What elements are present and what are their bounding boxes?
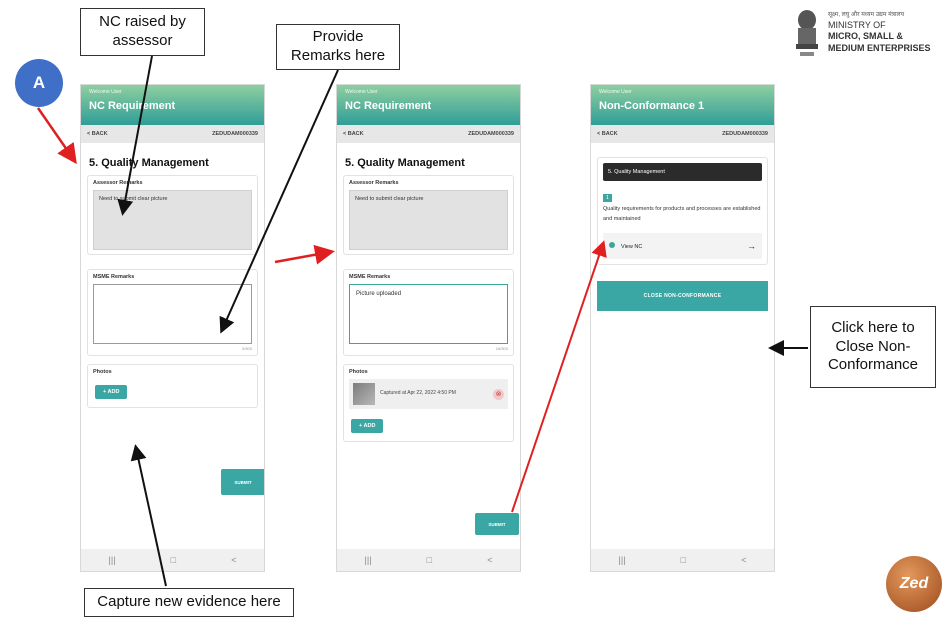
red-arrow-phone1-to-phone2 (274, 244, 335, 265)
black-arrow-remarks (219, 69, 339, 334)
zed-logo: Zed (886, 556, 942, 612)
ministry-line1: MINISTRY OF (828, 19, 886, 30)
black-arrow-capture (130, 444, 167, 587)
black-arrow-nc-raised (117, 55, 153, 216)
ministry-hindi: सूक्ष्म, लघु और मध्यम उद्यम मंत्रालय (828, 12, 905, 18)
ministry-line2: MICRO, SMALL & (828, 31, 903, 42)
ministry-text: सूक्ष्म, लघु और मध्यम उद्यम मंत्रालय MIN… (828, 12, 931, 55)
ministry-logo: सूक्ष्म, लघु और मध्यम उद्यम मंत्रालय MIN… (788, 6, 947, 66)
ministry-line3: MEDIUM ENTERPRISES (828, 43, 931, 54)
red-arrow-submit-to-phone3 (511, 240, 607, 513)
national-emblem-icon (796, 10, 818, 56)
red-arrow-marker-to-section (36, 107, 77, 165)
annotation-arrows (36, 55, 808, 587)
